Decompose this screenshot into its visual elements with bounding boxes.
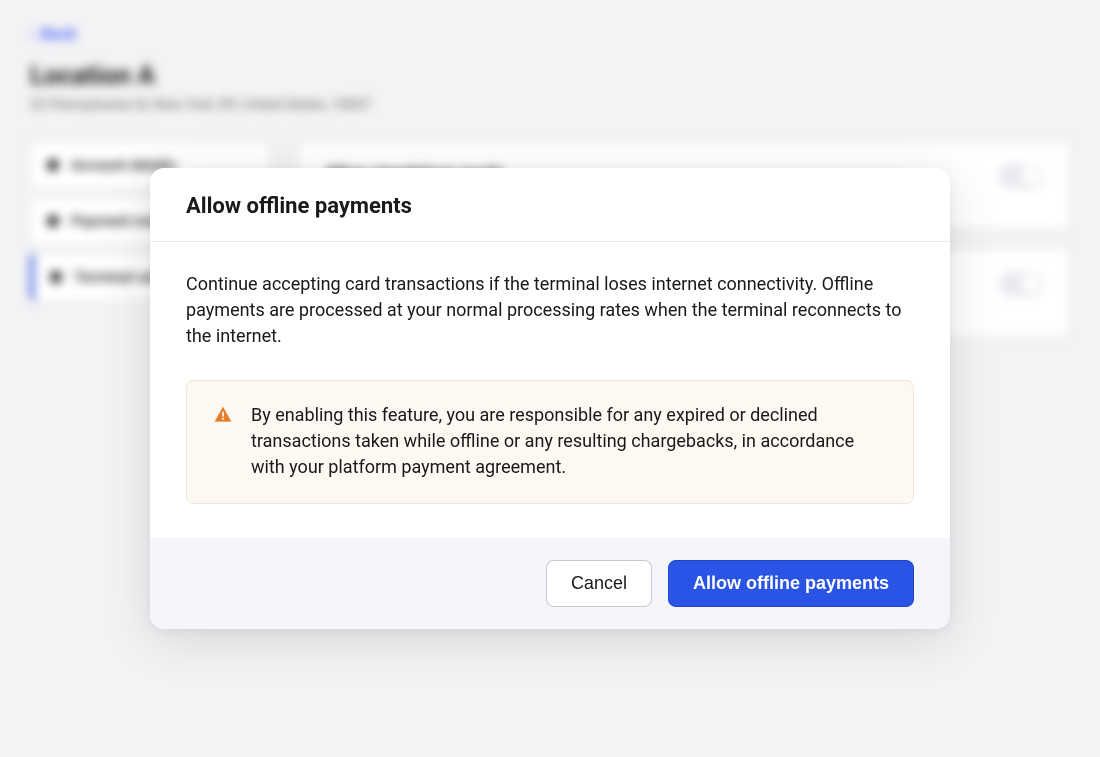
modal-description: Continue accepting card transactions if … [186, 272, 914, 350]
warning-text: By enabling this feature, you are respon… [251, 403, 887, 481]
warning-box: By enabling this feature, you are respon… [186, 380, 914, 504]
modal-title: Allow offline payments [186, 194, 914, 219]
allow-offline-payments-button[interactable]: Allow offline payments [668, 560, 914, 607]
modal-body: Continue accepting card transactions if … [150, 242, 950, 539]
modal-header: Allow offline payments [150, 168, 950, 242]
cancel-button[interactable]: Cancel [546, 560, 652, 607]
offline-payments-modal: Allow offline payments Continue acceptin… [150, 168, 950, 630]
modal-overlay: Allow offline payments Continue acceptin… [0, 0, 1100, 757]
warning-icon [213, 405, 233, 429]
modal-footer: Cancel Allow offline payments [150, 538, 950, 629]
